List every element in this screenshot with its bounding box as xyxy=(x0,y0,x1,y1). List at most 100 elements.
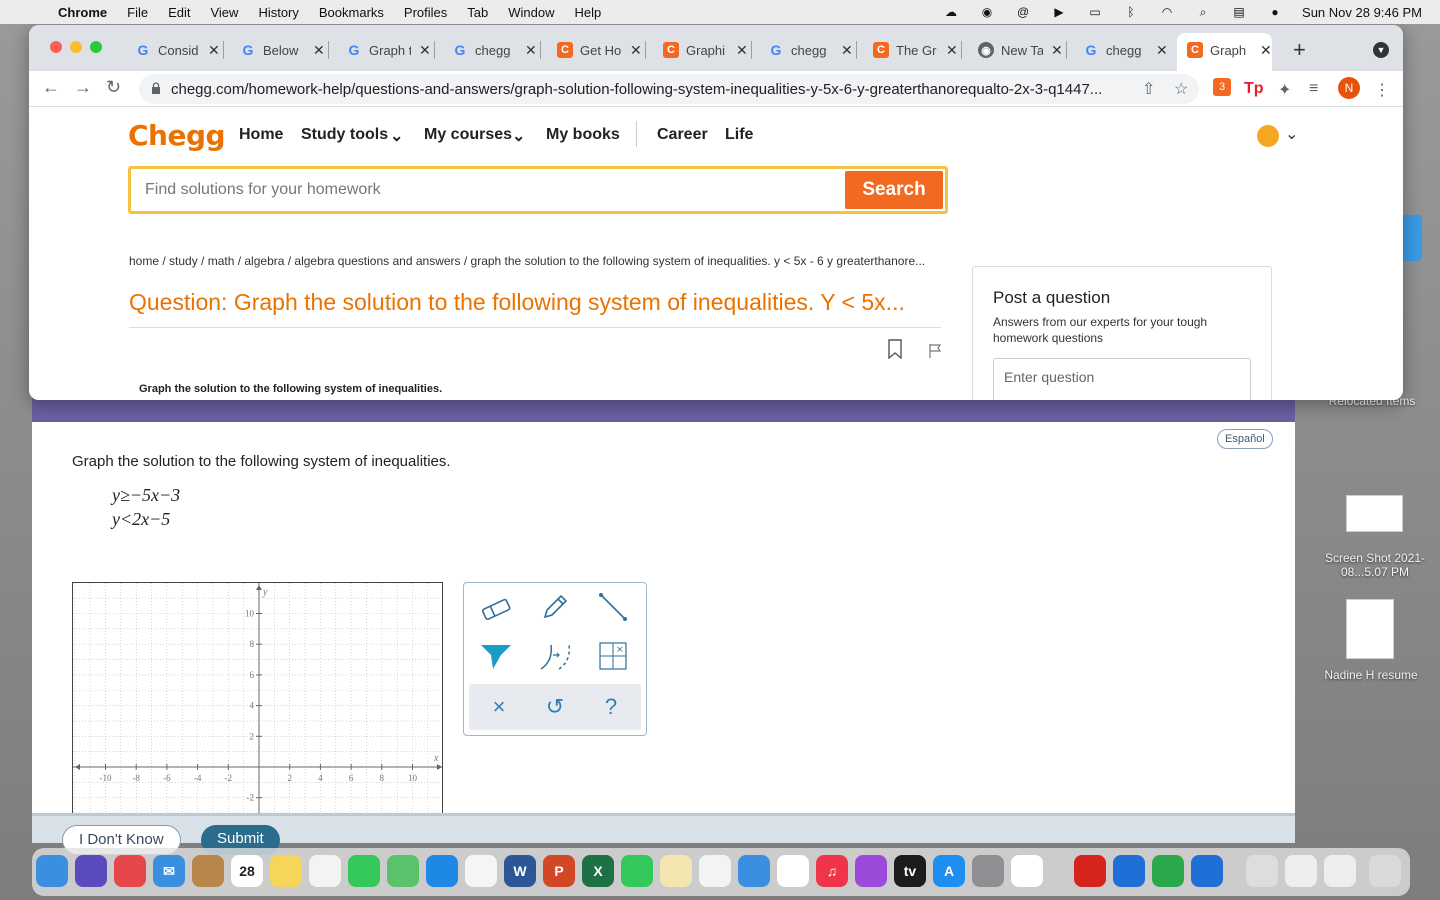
menu-history[interactable]: History xyxy=(258,5,298,20)
play-icon[interactable]: ▶ xyxy=(1050,5,1068,19)
close-tab-icon[interactable]: ✕ xyxy=(736,42,748,59)
flag-icon[interactable] xyxy=(928,343,942,359)
minimize-window-button[interactable] xyxy=(70,41,82,53)
trash-icon[interactable] xyxy=(1369,855,1401,887)
graph-canvas[interactable]: -10 -8 -6 -4 -2 2 4 6 8 10 10 8 6 4 2 -2 x y xyxy=(72,582,443,814)
new-tab-icon[interactable]: + xyxy=(1293,37,1306,63)
close-tab-icon[interactable]: ✕ xyxy=(525,42,537,59)
keynote-icon[interactable] xyxy=(738,855,770,887)
back-icon[interactable]: ← xyxy=(42,77,60,98)
active-browser-tab[interactable]: C Graph ✕ xyxy=(1177,33,1272,71)
siri-icon[interactable] xyxy=(75,855,107,887)
chevron-down-icon[interactable]: ⌄ xyxy=(512,126,525,146)
browser-tab[interactable]: C The Gr ✕ xyxy=(873,37,962,63)
battery-icon[interactable]: ▭ xyxy=(1086,5,1104,19)
fill-region-icon[interactable] xyxy=(476,638,516,674)
podcasts-icon[interactable] xyxy=(855,855,887,887)
more-menu-icon[interactable]: ⋮ xyxy=(1374,80,1390,100)
close-tab-icon[interactable]: ✕ xyxy=(1156,42,1168,59)
downloads-stack-icon[interactable] xyxy=(1246,855,1278,887)
notes-icon[interactable] xyxy=(270,855,302,887)
close-tab-icon[interactable]: ✕ xyxy=(313,42,325,59)
menubar-clock[interactable]: Sun Nov 28 9:46 PM xyxy=(1302,5,1422,20)
line-tool-icon[interactable] xyxy=(593,589,633,625)
url-text[interactable]: chegg.com/homework-help/questions-and-an… xyxy=(171,81,1131,98)
chrome-app-icon[interactable] xyxy=(1011,855,1043,887)
help-icon[interactable]: ? xyxy=(583,684,639,730)
close-tab-icon[interactable]: ✕ xyxy=(1051,42,1063,59)
share-icon[interactable]: ⇧ xyxy=(1142,79,1155,99)
browser-tab[interactable]: C Get Ho ✕ xyxy=(557,37,646,63)
bluetooth-icon[interactable]: ᛒ xyxy=(1122,5,1140,19)
address-bar[interactable]: chegg.com/homework-help/questions-and-an… xyxy=(139,74,1199,104)
coordinate-grid[interactable]: -10 -8 -6 -4 -2 2 4 6 8 10 10 8 6 4 2 -2 x y xyxy=(73,583,443,814)
close-tab-icon[interactable]: ✕ xyxy=(946,42,958,59)
siri-icon[interactable]: ● xyxy=(1266,5,1284,19)
nav-home[interactable]: Home xyxy=(239,126,283,144)
chevron-down-icon[interactable]: ⌄ xyxy=(1285,124,1298,144)
nav-my-courses[interactable]: My courses xyxy=(424,126,512,144)
safari-icon[interactable] xyxy=(426,855,458,887)
document-icon[interactable] xyxy=(1346,599,1394,659)
messages-icon[interactable] xyxy=(621,855,653,887)
vpn-icon[interactable]: ◉ xyxy=(978,5,996,19)
app-store-icon[interactable]: A xyxy=(933,855,965,887)
browser-tab[interactable]: C Graphi ✕ xyxy=(663,37,752,63)
bookmark-icon[interactable] xyxy=(887,339,903,359)
bookmark-star-icon[interactable]: ☆ xyxy=(1174,79,1188,99)
search-input[interactable]: Find solutions for your homework Search xyxy=(128,166,948,214)
clear-icon[interactable]: × xyxy=(471,684,527,730)
forward-icon[interactable]: → xyxy=(74,77,92,98)
browser-tab[interactable]: Gchegg ✕ xyxy=(768,37,857,63)
browser-tab[interactable]: G Consid ✕ xyxy=(135,37,224,63)
close-tab-icon[interactable]: ✕ xyxy=(841,42,853,59)
menu-edit[interactable]: Edit xyxy=(168,5,190,20)
system-preferences-icon[interactable] xyxy=(972,855,1004,887)
tab-search-icon[interactable]: ▼ xyxy=(1373,42,1389,58)
nav-life[interactable]: Life xyxy=(725,126,753,144)
excel-icon[interactable]: X xyxy=(582,855,614,887)
pencil-icon[interactable] xyxy=(535,589,575,625)
music-icon[interactable]: ♫ xyxy=(816,855,848,887)
espanol-button[interactable]: Español xyxy=(1217,429,1273,449)
photos-icon[interactable] xyxy=(465,855,497,887)
swirl-app-icon[interactable] xyxy=(1113,855,1145,887)
close-tab-icon[interactable]: ✕ xyxy=(1260,42,1272,59)
breadcrumb[interactable]: home / study / math / algebra / algebra … xyxy=(129,254,941,268)
menu-bookmarks[interactable]: Bookmarks xyxy=(319,5,384,20)
menu-file[interactable]: File xyxy=(127,5,148,20)
close-tab-icon[interactable]: ✕ xyxy=(419,42,431,59)
screenshot-thumbnail-icon[interactable] xyxy=(1346,495,1403,532)
browser-tab[interactable]: G Below ✕ xyxy=(240,37,329,63)
swirl-icon[interactable]: @ xyxy=(1014,5,1032,19)
close-window-button[interactable] xyxy=(50,41,62,53)
close-tab-icon[interactable]: ✕ xyxy=(630,42,642,59)
user-avatar-icon[interactable] xyxy=(1257,125,1279,147)
reminders-icon[interactable] xyxy=(309,855,341,887)
dashed-solid-toggle-icon[interactable] xyxy=(535,638,575,674)
search-button[interactable]: Search xyxy=(845,171,943,209)
news-icon[interactable] xyxy=(777,855,809,887)
acrobat-icon[interactable] xyxy=(1074,855,1106,887)
documents-stack-icon[interactable] xyxy=(1285,855,1317,887)
finder-icon[interactable] xyxy=(36,855,68,887)
eraser-icon[interactable] xyxy=(476,591,516,627)
close-tab-icon[interactable]: ✕ xyxy=(208,42,220,59)
browser-tab[interactable]: Gchegg ✕ xyxy=(452,37,541,63)
wifi-icon[interactable]: ◠ xyxy=(1158,5,1176,19)
calendar-icon[interactable]: 28 xyxy=(231,855,263,887)
apple-tv-icon[interactable]: tv xyxy=(894,855,926,887)
browser-tab[interactable]: G Graph t ✕ xyxy=(346,37,435,63)
menu-window[interactable]: Window xyxy=(508,5,554,20)
menu-app-chrome[interactable]: Chrome xyxy=(58,5,107,20)
vpn-app-icon[interactable] xyxy=(1152,855,1184,887)
swirl-update-icon[interactable] xyxy=(1191,855,1223,887)
cloud-icon[interactable]: ☁ xyxy=(942,5,960,19)
chegg-logo[interactable]: Chegg xyxy=(128,119,226,152)
numbers-icon[interactable] xyxy=(699,855,731,887)
undo-icon[interactable]: ↺ xyxy=(527,684,583,730)
graph-grid-icon[interactable]: × xyxy=(593,638,633,674)
reload-icon[interactable]: ↻ xyxy=(106,77,121,98)
extensions-puzzle-icon[interactable]: ✦ xyxy=(1278,80,1291,100)
nav-my-books[interactable]: My books xyxy=(546,126,620,144)
